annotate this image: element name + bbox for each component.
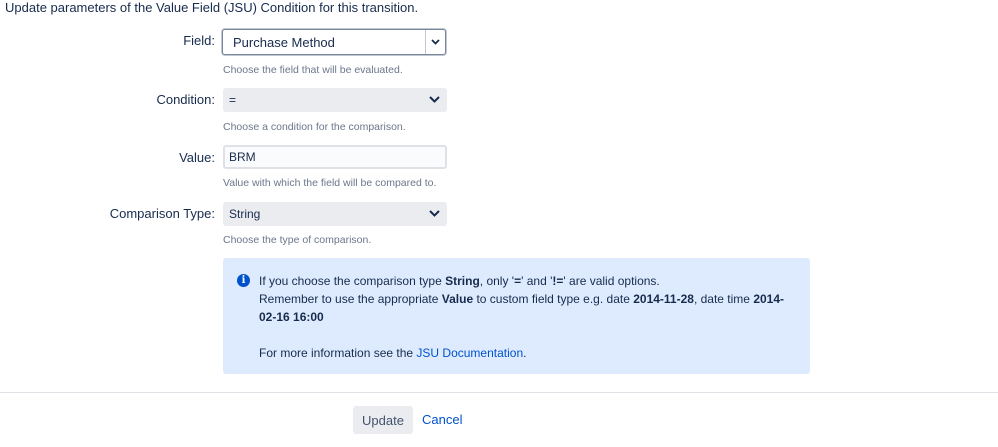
cancel-link[interactable]: Cancel <box>422 412 462 427</box>
info-text: If you choose the comparison type String… <box>259 272 799 362</box>
field-select-value: Purchase Method <box>233 35 335 50</box>
comparison-type-description: Choose the type of comparison. <box>223 234 372 246</box>
field-label: Field: <box>183 33 215 48</box>
comparison-type-select[interactable]: String <box>223 202 447 226</box>
field-description: Choose the field that will be evaluated. <box>223 64 403 76</box>
info-message: i If you choose the comparison type Stri… <box>223 258 810 374</box>
info-line-2: Remember to use the appropriate Value to… <box>259 292 785 324</box>
chevron-down-icon <box>429 96 440 103</box>
info-line-1: If you choose the comparison type String… <box>259 274 660 288</box>
field-select[interactable]: Purchase Method <box>222 29 446 55</box>
chevron-down-icon <box>431 39 440 45</box>
info-icon: i <box>237 274 250 287</box>
condition-select-value: = <box>229 93 237 107</box>
value-input[interactable]: BRM <box>223 145 447 169</box>
comparison-type-label: Comparison Type: <box>109 206 215 221</box>
condition-label: Condition: <box>156 92 215 107</box>
jsu-documentation-link[interactable]: JSU Documentation <box>416 346 523 360</box>
update-button[interactable]: Update <box>353 406 413 434</box>
chevron-down-icon <box>429 210 440 217</box>
field-select-dropdown-button[interactable] <box>425 30 445 54</box>
info-line-3: For more information see the JSU Documen… <box>259 346 527 360</box>
page-intro: Update parameters of the Value Field (JS… <box>5 0 419 15</box>
condition-description: Choose a condition for the comparison. <box>223 121 406 133</box>
value-label: Value: <box>179 150 215 165</box>
condition-select[interactable]: = <box>223 88 447 112</box>
comparison-type-select-value: String <box>229 207 261 221</box>
value-input-text: BRM <box>229 150 256 164</box>
value-description: Value with which the field will be compa… <box>223 177 437 189</box>
divider <box>0 392 998 393</box>
